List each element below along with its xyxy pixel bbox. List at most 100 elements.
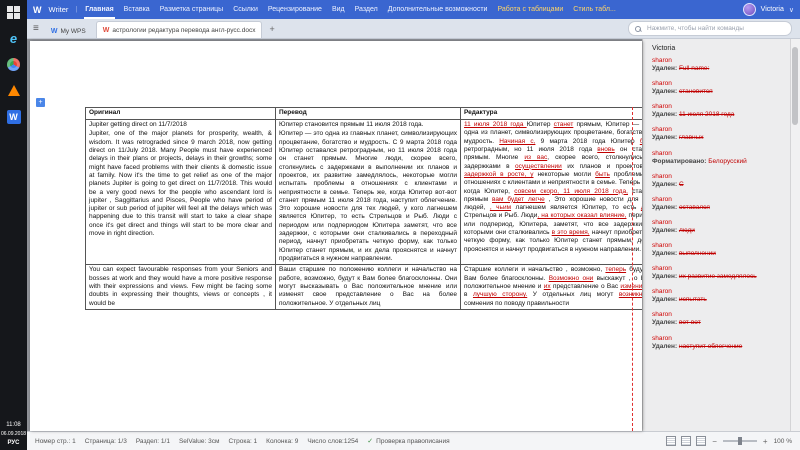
- review-entry[interactable]: sharon Удален: выполнении: [652, 242, 786, 258]
- language-indicator[interactable]: РУС: [8, 440, 20, 446]
- table-header-cell[interactable]: Перевод: [275, 107, 461, 120]
- user-avatar[interactable]: [742, 3, 756, 16]
- ribbon-tab[interactable]: Главная: [84, 0, 114, 19]
- table-cell-translation[interactable]: Ваши старшие по положению коллеги и нача…: [275, 264, 461, 310]
- clock-time: 11:08: [6, 422, 21, 428]
- app-window: W Writer | Главная Вставка Разметка страни…: [27, 0, 800, 450]
- zoom-out-button[interactable]: −: [711, 437, 718, 446]
- scrollbar-thumb[interactable]: [792, 47, 798, 125]
- ribbon-tab[interactable]: Вид: [331, 0, 346, 19]
- view-mode-outline-icon[interactable]: [696, 436, 707, 446]
- table-row: Jupiter getting direct on 11/7/2018 Jupit…: [85, 118, 642, 266]
- ribbon-tab[interactable]: Раздел: [354, 0, 379, 19]
- zoom-in-button[interactable]: +: [762, 437, 769, 446]
- cell-body-text: Ваши старшие по положению коллеги и нача…: [279, 266, 457, 307]
- review-entry[interactable]: sharon Удален: люди: [652, 219, 786, 235]
- ribbon-tab[interactable]: Разметка страницы: [159, 0, 225, 19]
- start-button[interactable]: [6, 5, 21, 20]
- ribbon-tab[interactable]: Дополнительные возможности: [387, 0, 489, 19]
- review-action-value: С: [678, 180, 684, 188]
- inserted-text: станет: [553, 121, 574, 128]
- command-search[interactable]: [628, 21, 792, 36]
- status-item: Раздел: 1/1: [135, 437, 170, 445]
- review-author: sharon: [652, 218, 672, 226]
- review-action-value: люди: [678, 226, 695, 234]
- review-action: Удален: С: [652, 181, 786, 189]
- inserted-text: теперь: [605, 266, 627, 274]
- tab-my-wps[interactable]: W My WPS: [45, 24, 92, 38]
- zoom-value[interactable]: 100 %: [774, 438, 792, 445]
- view-mode-page-icon[interactable]: [666, 436, 677, 446]
- review-entry[interactable]: sharon Удален: Full name:: [652, 57, 786, 73]
- cell-body-text: Юпитер — это одна из главных планет, сим…: [279, 130, 457, 262]
- table-header-cell[interactable]: Редактура: [460, 107, 642, 120]
- inserted-text: Начиная с,: [499, 137, 536, 145]
- table-cell-redact[interactable]: 11 июля 2018 года Юпитер станет прямым, …: [460, 118, 642, 266]
- review-entry[interactable]: sharon Удален: С: [652, 173, 786, 189]
- original-text: ретроградным, но 11 июля 2018 года: [464, 145, 598, 153]
- original-text: 9 марта 2018 года Юпитер: [535, 137, 640, 145]
- review-action-label: Удален:: [652, 319, 679, 327]
- review-entry[interactable]: sharon Удален: вот-вот: [652, 311, 786, 327]
- table-cell-redact[interactable]: Старшие коллеги и начальство , возможно,…: [460, 264, 642, 310]
- review-entry[interactable]: sharon Удален: главных: [652, 126, 786, 142]
- tab-document[interactable]: W астрологии редактура перевода англ-рус…: [95, 21, 263, 38]
- table-move-handle[interactable]: +: [36, 98, 45, 107]
- zoom-slider-thumb[interactable]: [737, 437, 742, 445]
- vertical-scrollbar[interactable]: [790, 39, 800, 431]
- new-tab-button[interactable]: +: [266, 24, 277, 34]
- review-entry[interactable]: sharon Удален: оставался: [652, 196, 786, 212]
- review-action: Удален: наступит облегчение: [652, 343, 786, 351]
- menu-icon[interactable]: ≡: [31, 23, 41, 34]
- review-action-label: Удален:: [652, 111, 679, 119]
- review-entry[interactable]: sharon Удален: 11 июля 2018 года: [652, 103, 786, 119]
- ribbon-context-tab[interactable]: Стиль табл...: [572, 0, 616, 19]
- review-action-value: главных: [678, 134, 704, 142]
- table-cell-original[interactable]: Jupiter getting direct on 11/7/2018 Jupit…: [85, 118, 276, 266]
- review-entry[interactable]: sharon Форматировано: Белорусский: [652, 150, 786, 166]
- review-action-label: Удален:: [652, 273, 679, 281]
- inserted-text: , на которых оказал влияние,: [537, 212, 627, 220]
- taskbar-tray[interactable]: 11:08 06.09.2018 РУС: [1, 422, 26, 450]
- review-entries: sharon Удален: Full name: sharon Удален: ст…: [652, 57, 786, 351]
- review-action-label: Форматировано:: [652, 157, 709, 165]
- document-page[interactable]: + Оригинал Перевод Редактура Jupiter gettin…: [30, 41, 642, 431]
- browser-icon: [7, 58, 20, 71]
- review-author: sharon: [652, 334, 672, 342]
- ribbon-tab[interactable]: Вставка: [123, 0, 151, 19]
- clock-date: 06.09.2018: [0, 431, 27, 437]
- spellcheck-status[interactable]: ✓ Проверка правописания: [367, 437, 449, 446]
- inserted-text: Возможно они: [548, 274, 594, 282]
- review-entry[interactable]: sharon Удален: испытать: [652, 288, 786, 304]
- vlc-cone-icon: [7, 85, 20, 96]
- inserted-text: для: [641, 204, 642, 211]
- view-mode-web-icon[interactable]: [681, 436, 692, 446]
- taskbar-item-vlc[interactable]: [6, 83, 21, 98]
- windows-logo-icon: [7, 6, 20, 19]
- review-author: sharon: [652, 80, 672, 88]
- review-author: sharon: [652, 172, 672, 180]
- taskbar-item-wps[interactable]: W: [6, 109, 21, 124]
- zoom-slider[interactable]: [722, 437, 757, 445]
- table-header-cell[interactable]: Оригинал: [85, 107, 276, 120]
- review-action-label: Удален:: [652, 134, 679, 142]
- review-action-label: Удален:: [652, 65, 679, 72]
- review-entry[interactable]: sharon Удален: наступит облегчение: [652, 335, 786, 351]
- review-entry[interactable]: sharon Удален: их развитие замедлялось: [652, 265, 786, 281]
- review-action: Удален: испытать: [652, 296, 786, 304]
- search-input[interactable]: [645, 24, 785, 33]
- ribbon-tab[interactable]: Рецензирование: [267, 0, 323, 19]
- collapse-ribbon-icon[interactable]: ∨: [789, 6, 794, 14]
- review-author: sharon: [652, 57, 672, 64]
- review-entry[interactable]: sharon Удален: становится: [652, 80, 786, 96]
- taskbar-item-edge[interactable]: e: [6, 31, 21, 46]
- inserted-text: 11 июля 2018 года: [464, 121, 527, 128]
- table-cell-original[interactable]: You can expect favourable responses from…: [85, 264, 276, 310]
- taskbar-item-browser[interactable]: [6, 57, 21, 72]
- review-action: Удален: вот-вот: [652, 319, 786, 327]
- review-action: Удален: выполнении: [652, 250, 786, 258]
- ribbon-context-tab[interactable]: Работа с таблицами: [496, 0, 564, 19]
- search-icon: [635, 25, 641, 32]
- ribbon-tab[interactable]: Ссылки: [232, 0, 259, 19]
- table-cell-translation[interactable]: Юпитер становится прямым 11 июля 2018 го…: [275, 118, 461, 266]
